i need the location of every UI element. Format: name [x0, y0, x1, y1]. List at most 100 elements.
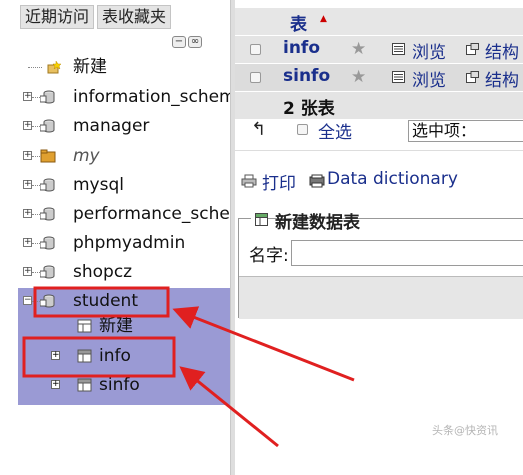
- browse-icon: [392, 71, 405, 83]
- browse-link[interactable]: 浏览: [412, 66, 446, 91]
- data-dictionary-icon: [309, 174, 325, 188]
- tab-favorites[interactable]: 表收藏夹: [97, 5, 172, 29]
- collapse-all-icon[interactable]: −: [172, 36, 186, 48]
- expand-icon[interactable]: +: [23, 92, 32, 101]
- expand-icon[interactable]: +: [51, 380, 60, 389]
- table-name-input[interactable]: [291, 240, 523, 266]
- expand-icon[interactable]: +: [23, 238, 32, 247]
- data-dictionary-link[interactable]: Data dictionary: [327, 169, 458, 189]
- divider-line: [235, 150, 523, 151]
- structure-icon: [466, 43, 479, 55]
- expand-icon[interactable]: +: [23, 151, 32, 160]
- tree-item-label: student: [73, 291, 138, 311]
- tree-connector: [32, 301, 40, 302]
- browse-link[interactable]: 浏览: [412, 38, 446, 63]
- database-icon: [40, 265, 55, 279]
- tree-item-label: my: [73, 146, 100, 166]
- create-table-footer: [239, 276, 523, 319]
- expand-icon[interactable]: +: [23, 209, 32, 218]
- tree-item-information-schema[interactable]: + information_schema: [0, 83, 230, 111]
- tree-item-performance-schema[interactable]: + performance_schema: [0, 200, 230, 228]
- tree-item-phpmyadmin[interactable]: + phpmyadmin: [0, 229, 230, 257]
- table-list-header: 表 ▲: [235, 8, 523, 35]
- database-icon: [40, 207, 55, 221]
- tree-item-my[interactable]: + my: [0, 142, 230, 170]
- sort-ascending-icon[interactable]: ▲: [320, 14, 327, 24]
- tree-connector: [32, 185, 40, 186]
- favorite-star-icon[interactable]: ★: [351, 67, 366, 87]
- tree-item-label: phpmyadmin: [73, 233, 186, 253]
- tree-connector: [32, 272, 40, 273]
- create-table-legend: 新建数据表: [251, 208, 360, 233]
- database-icon: [40, 119, 55, 133]
- expand-icon[interactable]: +: [23, 121, 32, 130]
- row-checkbox[interactable]: [250, 72, 261, 83]
- tab-recent[interactable]: 近期访问: [20, 5, 95, 29]
- folder-database-icon: [40, 149, 56, 163]
- favorite-star-icon[interactable]: ★: [351, 39, 366, 59]
- check-all-checkbox[interactable]: [297, 124, 308, 135]
- table-icon: [77, 378, 92, 392]
- table-name-link[interactable]: sinfo: [283, 66, 330, 86]
- structure-link[interactable]: 结构: [485, 38, 519, 63]
- tree-item-table-info[interactable]: + info: [18, 342, 230, 370]
- tree-connector: [32, 214, 40, 215]
- table-name-link[interactable]: info: [283, 38, 320, 58]
- tree-item-label: mysql: [73, 175, 124, 195]
- tree-item-student[interactable]: − student: [0, 287, 230, 315]
- tree-item-label: information_schema: [73, 87, 230, 107]
- tree-connector: [32, 126, 40, 127]
- collapse-icon[interactable]: −: [23, 296, 32, 305]
- database-icon: [40, 236, 55, 250]
- tree-item-mysql[interactable]: + mysql: [0, 171, 230, 199]
- tree-item-manager[interactable]: + manager: [0, 112, 230, 140]
- table-name-label: 名字:: [249, 246, 289, 266]
- tree-item-label: sinfo: [99, 375, 140, 395]
- browse-icon: [392, 43, 405, 55]
- tree-item-label: 新建: [73, 57, 107, 77]
- tree-item-label: shopcz: [73, 262, 133, 282]
- print-links: 打印 Data dictionary: [241, 168, 523, 194]
- tree-connector: [32, 243, 40, 244]
- nav-tabs: 近期访问 表收藏夹: [20, 5, 172, 29]
- arrow-up-icon: ↰: [251, 119, 267, 140]
- create-table-fieldset: 新建数据表 名字:: [238, 208, 523, 319]
- navigation-panel: 近期访问 表收藏夹 − ∞ 新建 + information_schema + …: [0, 0, 230, 475]
- table-icon: [77, 349, 92, 363]
- structure-link[interactable]: 结构: [485, 66, 519, 91]
- expand-icon[interactable]: +: [23, 267, 32, 276]
- expand-icon[interactable]: +: [51, 351, 60, 360]
- with-selected-bar: ↰ 全选 选中项：: [235, 114, 523, 144]
- tree-item-new-table[interactable]: 新建: [18, 312, 230, 340]
- nav-tools: − ∞: [172, 36, 202, 48]
- tree-connector: [32, 97, 40, 98]
- structure-icon: [466, 71, 479, 83]
- new-table-icon: [255, 213, 268, 226]
- column-header-table[interactable]: 表: [290, 10, 307, 35]
- table-row: info ★ 浏览 结构: [235, 36, 523, 63]
- row-checkbox[interactable]: [250, 44, 261, 55]
- with-selected-dropdown[interactable]: 选中项：: [408, 120, 523, 142]
- print-icon: [241, 174, 257, 188]
- tree-item-table-sinfo[interactable]: + sinfo: [18, 371, 230, 399]
- tree-item-new[interactable]: 新建: [0, 53, 230, 81]
- main-content: 表 ▲ info ★ 浏览 结构 sinfo ★ 浏览 结构 2 张表 ↰ 全选…: [235, 0, 523, 475]
- watermark: 头条@快资讯: [432, 424, 498, 437]
- tree-item-label: 新建: [99, 316, 133, 336]
- tree-connector: [28, 67, 42, 68]
- database-icon: [40, 294, 55, 308]
- database-icon: [40, 178, 55, 192]
- tree-connector: [32, 156, 40, 157]
- tree-item-label: manager: [73, 116, 150, 136]
- tree-item-shopcz[interactable]: + shopcz: [0, 258, 230, 286]
- check-all-link[interactable]: 全选: [318, 118, 352, 143]
- tree-item-label: performance_schema: [73, 204, 230, 224]
- table-row: sinfo ★ 浏览 结构: [235, 64, 523, 91]
- tree-item-label: info: [99, 346, 131, 366]
- link-icon[interactable]: ∞: [188, 36, 202, 48]
- database-icon: [40, 90, 55, 104]
- new-database-icon: [47, 60, 62, 74]
- expand-icon[interactable]: +: [23, 180, 32, 189]
- create-table-title: 新建数据表: [275, 213, 360, 233]
- print-link[interactable]: 打印: [262, 169, 296, 194]
